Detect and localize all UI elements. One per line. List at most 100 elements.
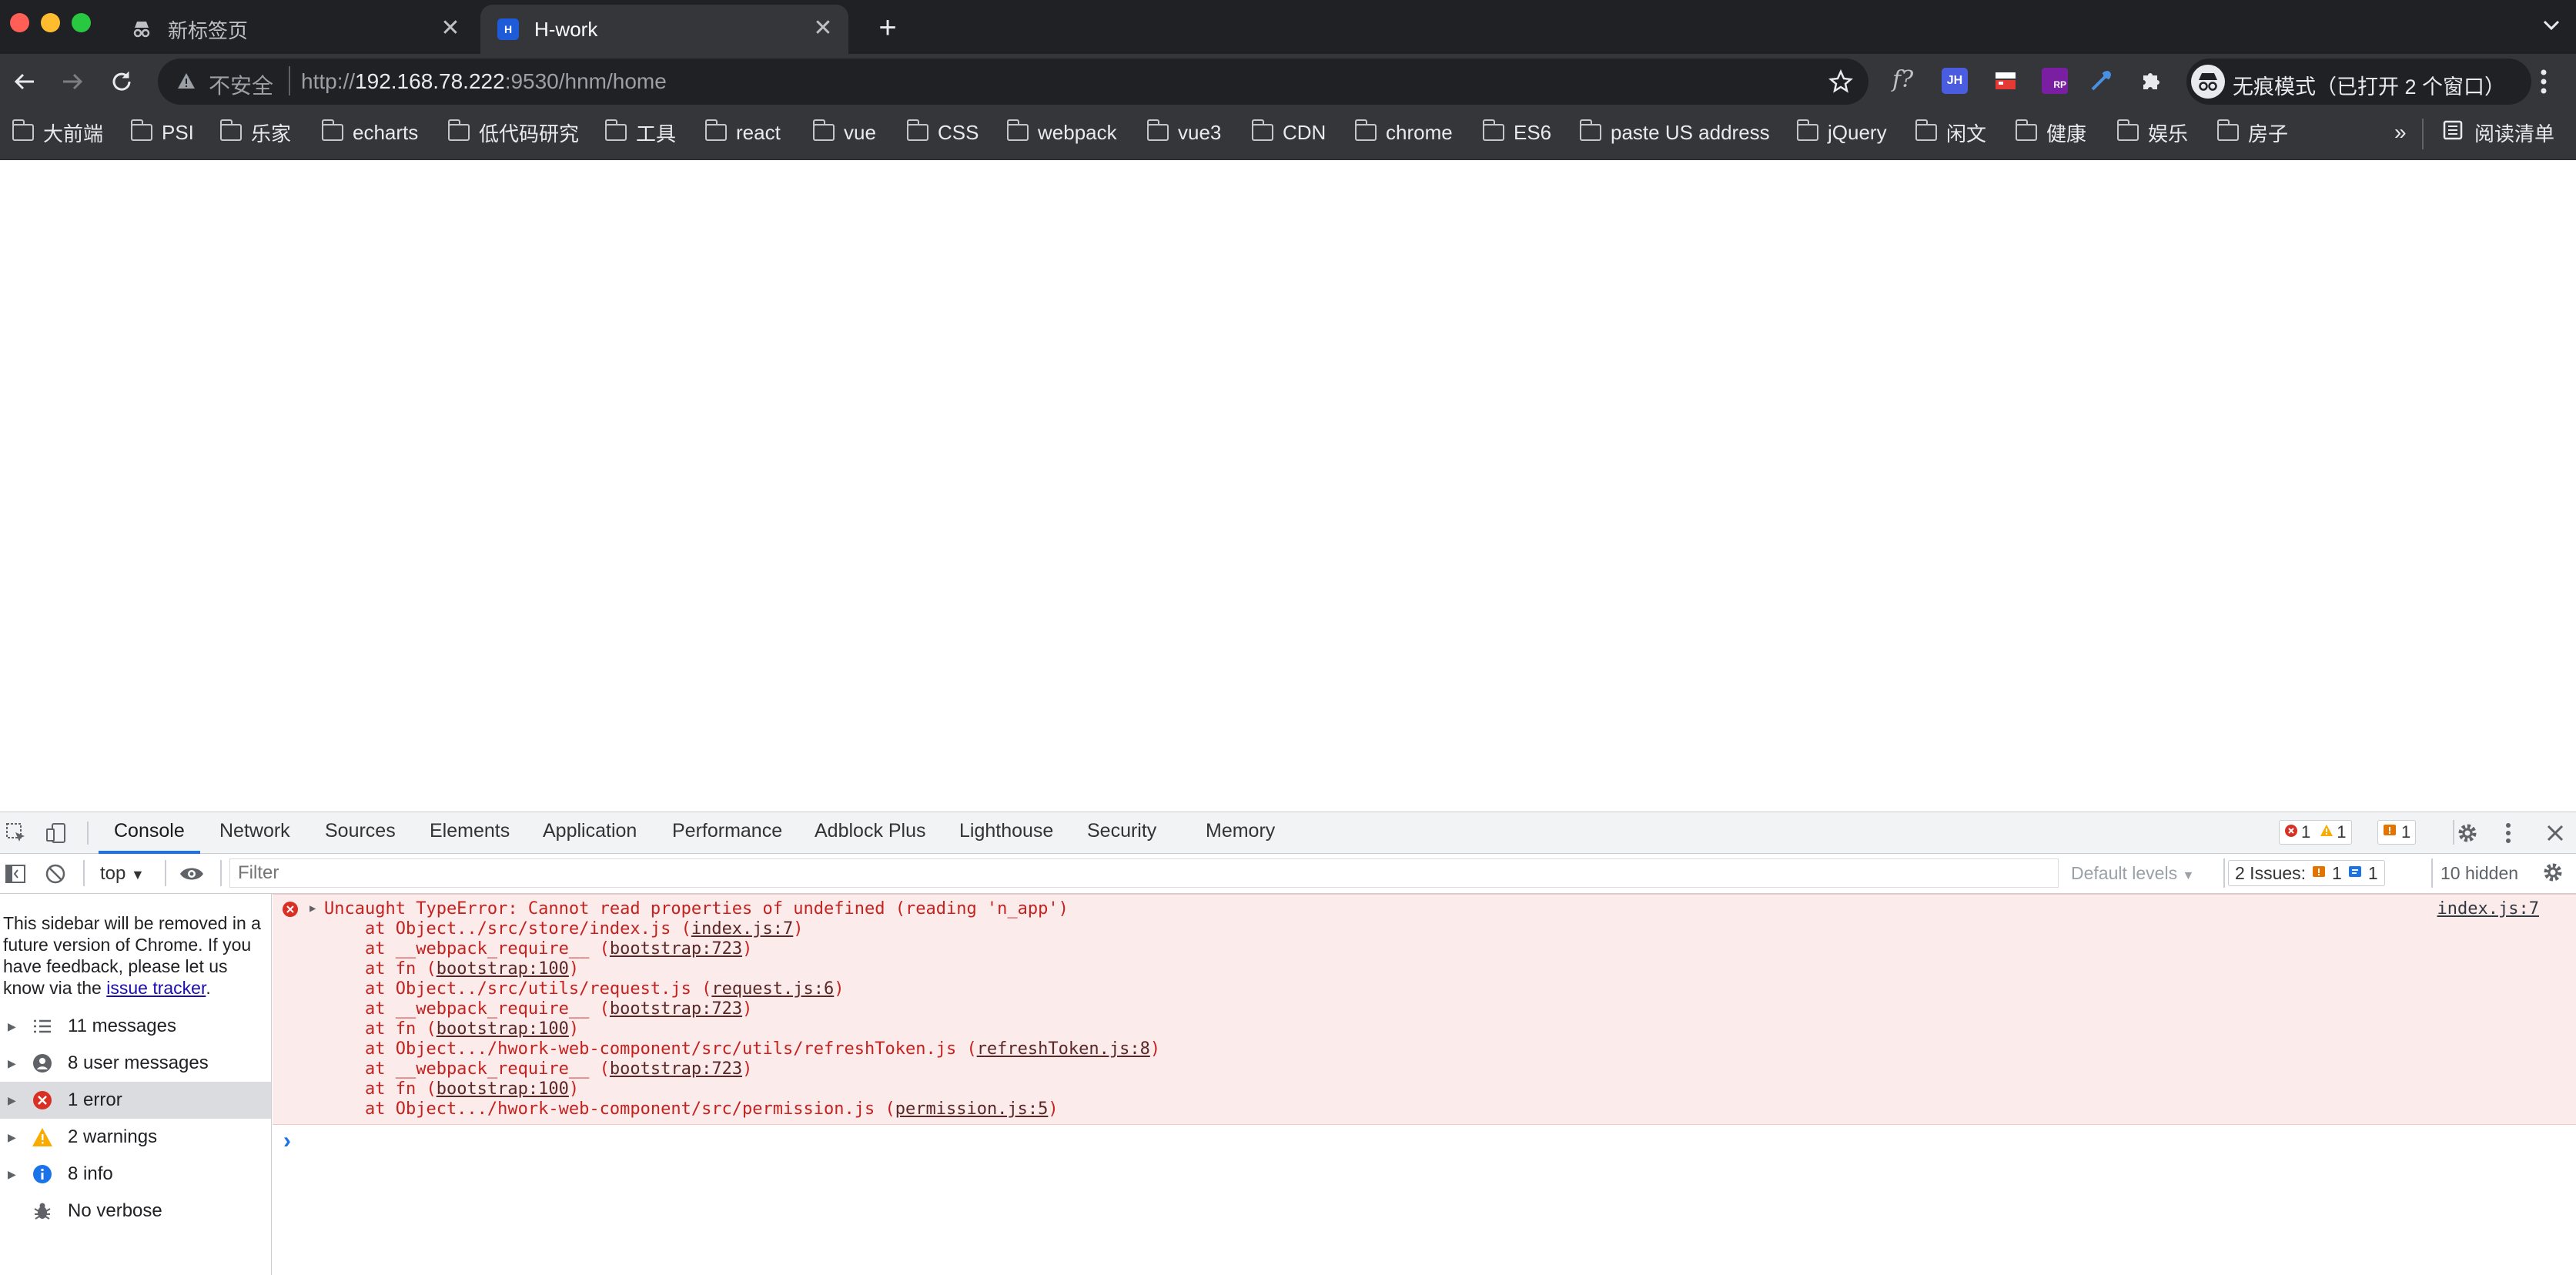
sidebar-item-warnings[interactable]: ▶ 2 warnings bbox=[0, 1119, 271, 1156]
tab-network[interactable]: Network bbox=[219, 820, 290, 842]
settings-gear-icon[interactable] bbox=[2454, 820, 2481, 850]
sidebar-item-messages[interactable]: ▶ 11 messages bbox=[0, 1008, 271, 1045]
log-levels-dropdown[interactable]: Default levels ▼ bbox=[2071, 863, 2194, 884]
tab-memory[interactable]: Memory bbox=[1206, 820, 1275, 842]
bookmark-folder[interactable]: 乐家 bbox=[219, 117, 291, 148]
bookmark-folder[interactable]: 娱乐 bbox=[2116, 117, 2188, 148]
sidebar-item-user-messages[interactable]: ▶ 8 user messages bbox=[0, 1045, 271, 1082]
zoom-window-button[interactable] bbox=[72, 13, 91, 32]
back-button[interactable] bbox=[8, 65, 42, 99]
bookmark-folder[interactable]: chrome bbox=[1354, 117, 1453, 148]
expand-triangle-icon[interactable]: ▶ bbox=[8, 1131, 16, 1144]
close-tab-icon[interactable]: ✕ bbox=[810, 15, 836, 42]
formula-extension-icon[interactable]: f? bbox=[1892, 66, 1913, 93]
expand-triangle-icon[interactable]: ▶ bbox=[8, 1094, 16, 1107]
tab-adblock-plus[interactable]: Adblock Plus bbox=[815, 820, 926, 842]
frame-link[interactable]: bootstrap:723 bbox=[610, 939, 742, 959]
rp-extension-icon[interactable]: RP bbox=[2042, 68, 2068, 94]
minimize-window-button[interactable] bbox=[41, 13, 60, 32]
error-source-link[interactable]: index.js:7 bbox=[2437, 899, 2539, 919]
bookmark-folder[interactable]: 闲文 bbox=[1915, 117, 1986, 148]
bookmark-folder[interactable]: ES6 bbox=[1482, 117, 1551, 148]
bookmark-folder[interactable]: webpack bbox=[1006, 117, 1117, 148]
bookmark-folder[interactable]: PSI bbox=[130, 117, 194, 148]
sidebar-item-verbose[interactable]: No verbose bbox=[0, 1193, 271, 1230]
tab-sources[interactable]: Sources bbox=[325, 820, 396, 842]
page-content[interactable] bbox=[0, 160, 2576, 812]
incognito-profile-button[interactable]: 无痕模式（已打开 2 个窗口） bbox=[2186, 59, 2531, 105]
error-warning-counter[interactable]: 1 1 bbox=[2279, 820, 2352, 845]
tab-application[interactable]: Application bbox=[543, 820, 637, 842]
frame-link[interactable]: index.js:7 bbox=[691, 919, 793, 939]
reading-list-button[interactable]: 阅读清单 bbox=[2442, 117, 2554, 148]
bookmark-folder[interactable]: 工具 bbox=[604, 117, 676, 148]
frame-link[interactable]: refreshToken.js:8 bbox=[977, 1039, 1150, 1059]
jh-extension-icon[interactable]: JH bbox=[1942, 68, 1968, 94]
bookmark-folder[interactable]: vue3 bbox=[1146, 117, 1221, 148]
bookmark-folder[interactable]: CDN bbox=[1251, 117, 1326, 148]
expand-triangle-icon[interactable]: ▶ bbox=[8, 1057, 16, 1070]
frame-link[interactable]: bootstrap:723 bbox=[610, 999, 742, 1019]
issues-button[interactable]: 2 Issues: 1 1 bbox=[2228, 860, 2385, 886]
bookmark-folder[interactable]: 房子 bbox=[2216, 117, 2288, 148]
security-label[interactable]: 不安全 bbox=[209, 69, 273, 100]
console-error-message[interactable]: ▶ Uncaught TypeError: Cannot read proper… bbox=[273, 894, 2576, 1125]
extensions-puzzle-icon[interactable] bbox=[2137, 68, 2163, 98]
bookmark-folder[interactable]: vue bbox=[812, 117, 876, 148]
sidebar-item-info[interactable]: ▶ 8 info bbox=[0, 1156, 271, 1193]
inspect-element-icon[interactable] bbox=[5, 822, 28, 848]
extension-robot-icon[interactable] bbox=[1992, 68, 2019, 98]
bookmark-folder[interactable]: paste US address bbox=[1579, 117, 1770, 148]
expand-triangle-icon[interactable]: ▶ bbox=[8, 1020, 16, 1033]
forward-button[interactable] bbox=[55, 65, 89, 99]
new-tab-button[interactable]: + bbox=[868, 9, 907, 48]
close-tab-icon[interactable]: ✕ bbox=[437, 15, 463, 42]
frame-link[interactable]: bootstrap:100 bbox=[437, 959, 569, 979]
bookmarks-overflow-button[interactable]: » bbox=[2394, 117, 2407, 148]
reload-button[interactable] bbox=[105, 65, 139, 99]
menu-kebab-icon[interactable] bbox=[2538, 66, 2550, 101]
bookmark-folder[interactable]: 健康 bbox=[2015, 117, 2086, 148]
tab-new-tab[interactable]: 新标签页 ✕ bbox=[114, 5, 476, 54]
frame-link[interactable]: bootstrap:100 bbox=[437, 1019, 569, 1039]
tab-lighthouse[interactable]: Lighthouse bbox=[959, 820, 1053, 842]
tab-search-chevron-down-icon[interactable] bbox=[2541, 14, 2562, 42]
color-picker-icon[interactable] bbox=[2088, 68, 2114, 98]
bookmark-folder[interactable]: react bbox=[704, 117, 781, 148]
clear-console-icon[interactable] bbox=[45, 863, 66, 888]
filter-input[interactable] bbox=[229, 858, 2059, 888]
device-toolbar-icon[interactable] bbox=[45, 822, 68, 848]
bookmark-folder[interactable]: 低代码研究 bbox=[447, 117, 579, 148]
expand-triangle-icon[interactable]: ▶ bbox=[309, 902, 316, 915]
tab-security[interactable]: Security bbox=[1087, 820, 1156, 842]
close-devtools-icon[interactable] bbox=[2544, 822, 2567, 848]
show-sidebar-icon[interactable] bbox=[5, 863, 26, 888]
frame-link[interactable]: request.js:6 bbox=[711, 979, 834, 999]
tab-h-work[interactable]: H H-work ✕ bbox=[480, 5, 848, 54]
bookmark-folder[interactable]: jQuery bbox=[1796, 117, 1887, 148]
frame-link[interactable]: bootstrap:100 bbox=[437, 1079, 569, 1099]
sidebar-item-errors[interactable]: ▶ 1 error bbox=[0, 1082, 271, 1119]
frame-link[interactable]: bootstrap:723 bbox=[610, 1059, 742, 1079]
bookmark-star-icon[interactable] bbox=[1828, 69, 1853, 99]
expand-triangle-icon[interactable]: ▶ bbox=[8, 1168, 16, 1181]
console-output[interactable]: ▶ Uncaught TypeError: Cannot read proper… bbox=[273, 894, 2576, 1275]
more-options-icon[interactable] bbox=[2504, 820, 2513, 850]
frame-link[interactable]: permission.js:5 bbox=[895, 1099, 1049, 1119]
warning-triangle-icon[interactable] bbox=[176, 71, 196, 96]
close-window-button[interactable] bbox=[10, 13, 29, 32]
address-bar[interactable]: 不安全 http://192.168.78.222:9530/hnm/home bbox=[158, 59, 1868, 105]
live-expression-eye-icon[interactable] bbox=[179, 863, 205, 888]
issue-tracker-link[interactable]: issue tracker bbox=[106, 978, 206, 998]
bookmark-folder[interactable]: CSS bbox=[906, 117, 979, 148]
bookmark-folder[interactable]: echarts bbox=[321, 117, 418, 148]
tab-elements[interactable]: Elements bbox=[430, 820, 510, 842]
console-prompt[interactable]: › bbox=[283, 1128, 291, 1154]
url-text[interactable]: http://192.168.78.222:9530/hnm/home bbox=[301, 69, 667, 94]
console-settings-gear-icon[interactable] bbox=[2541, 860, 2565, 888]
issues-counter[interactable]: 1 bbox=[2377, 820, 2417, 845]
context-selector[interactable]: top ▼ bbox=[100, 863, 145, 885]
tab-console[interactable]: Console bbox=[114, 820, 185, 842]
bookmark-folder[interactable]: 大前端 bbox=[12, 117, 103, 148]
tab-performance[interactable]: Performance bbox=[672, 820, 782, 842]
